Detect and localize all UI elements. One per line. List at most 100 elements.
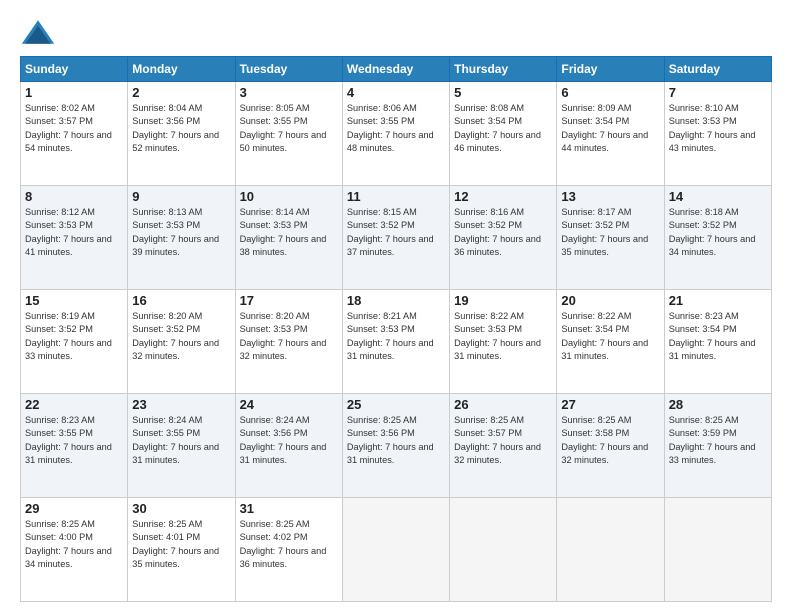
day-number: 22 [25,397,123,412]
day-number: 17 [240,293,338,308]
col-friday: Friday [557,57,664,82]
day-number: 24 [240,397,338,412]
day-info: Sunrise: 8:20 AM Sunset: 3:52 PM Dayligh… [132,310,230,363]
day-number: 23 [132,397,230,412]
day-info: Sunrise: 8:16 AM Sunset: 3:52 PM Dayligh… [454,206,552,259]
calendar-week-row: 29 Sunrise: 8:25 AM Sunset: 4:00 PM Dayl… [21,498,772,602]
col-wednesday: Wednesday [342,57,449,82]
table-row [557,498,664,602]
day-info: Sunrise: 8:20 AM Sunset: 3:53 PM Dayligh… [240,310,338,363]
day-number: 15 [25,293,123,308]
day-number: 21 [669,293,767,308]
page: Sunday Monday Tuesday Wednesday Thursday… [0,0,792,612]
day-number: 2 [132,85,230,100]
day-number: 25 [347,397,445,412]
table-row: 5 Sunrise: 8:08 AM Sunset: 3:54 PM Dayli… [450,82,557,186]
day-number: 30 [132,501,230,516]
logo [20,18,62,46]
table-row: 22 Sunrise: 8:23 AM Sunset: 3:55 PM Dayl… [21,394,128,498]
table-row: 13 Sunrise: 8:17 AM Sunset: 3:52 PM Dayl… [557,186,664,290]
table-row: 11 Sunrise: 8:15 AM Sunset: 3:52 PM Dayl… [342,186,449,290]
day-number: 9 [132,189,230,204]
day-info: Sunrise: 8:04 AM Sunset: 3:56 PM Dayligh… [132,102,230,155]
table-row: 27 Sunrise: 8:25 AM Sunset: 3:58 PM Dayl… [557,394,664,498]
day-info: Sunrise: 8:25 AM Sunset: 3:58 PM Dayligh… [561,414,659,467]
day-info: Sunrise: 8:24 AM Sunset: 3:55 PM Dayligh… [132,414,230,467]
table-row: 26 Sunrise: 8:25 AM Sunset: 3:57 PM Dayl… [450,394,557,498]
day-number: 11 [347,189,445,204]
col-saturday: Saturday [664,57,771,82]
table-row: 10 Sunrise: 8:14 AM Sunset: 3:53 PM Dayl… [235,186,342,290]
day-info: Sunrise: 8:06 AM Sunset: 3:55 PM Dayligh… [347,102,445,155]
table-row [664,498,771,602]
day-info: Sunrise: 8:23 AM Sunset: 3:54 PM Dayligh… [669,310,767,363]
day-info: Sunrise: 8:25 AM Sunset: 4:01 PM Dayligh… [132,518,230,571]
table-row: 3 Sunrise: 8:05 AM Sunset: 3:55 PM Dayli… [235,82,342,186]
day-info: Sunrise: 8:17 AM Sunset: 3:52 PM Dayligh… [561,206,659,259]
day-number: 10 [240,189,338,204]
table-row: 16 Sunrise: 8:20 AM Sunset: 3:52 PM Dayl… [128,290,235,394]
day-number: 8 [25,189,123,204]
col-tuesday: Tuesday [235,57,342,82]
day-number: 18 [347,293,445,308]
table-row: 29 Sunrise: 8:25 AM Sunset: 4:00 PM Dayl… [21,498,128,602]
day-info: Sunrise: 8:08 AM Sunset: 3:54 PM Dayligh… [454,102,552,155]
calendar-header-row: Sunday Monday Tuesday Wednesday Thursday… [21,57,772,82]
day-number: 4 [347,85,445,100]
table-row [450,498,557,602]
table-row: 21 Sunrise: 8:23 AM Sunset: 3:54 PM Dayl… [664,290,771,394]
day-info: Sunrise: 8:25 AM Sunset: 3:59 PM Dayligh… [669,414,767,467]
day-info: Sunrise: 8:25 AM Sunset: 3:57 PM Dayligh… [454,414,552,467]
logo-icon [20,18,56,46]
day-info: Sunrise: 8:19 AM Sunset: 3:52 PM Dayligh… [25,310,123,363]
table-row: 8 Sunrise: 8:12 AM Sunset: 3:53 PM Dayli… [21,186,128,290]
day-info: Sunrise: 8:22 AM Sunset: 3:53 PM Dayligh… [454,310,552,363]
day-info: Sunrise: 8:09 AM Sunset: 3:54 PM Dayligh… [561,102,659,155]
day-info: Sunrise: 8:15 AM Sunset: 3:52 PM Dayligh… [347,206,445,259]
table-row: 25 Sunrise: 8:25 AM Sunset: 3:56 PM Dayl… [342,394,449,498]
table-row: 24 Sunrise: 8:24 AM Sunset: 3:56 PM Dayl… [235,394,342,498]
day-number: 20 [561,293,659,308]
table-row: 1 Sunrise: 8:02 AM Sunset: 3:57 PM Dayli… [21,82,128,186]
day-number: 31 [240,501,338,516]
calendar-week-row: 15 Sunrise: 8:19 AM Sunset: 3:52 PM Dayl… [21,290,772,394]
col-sunday: Sunday [21,57,128,82]
table-row: 9 Sunrise: 8:13 AM Sunset: 3:53 PM Dayli… [128,186,235,290]
day-number: 29 [25,501,123,516]
table-row [342,498,449,602]
day-info: Sunrise: 8:21 AM Sunset: 3:53 PM Dayligh… [347,310,445,363]
day-info: Sunrise: 8:10 AM Sunset: 3:53 PM Dayligh… [669,102,767,155]
table-row: 30 Sunrise: 8:25 AM Sunset: 4:01 PM Dayl… [128,498,235,602]
day-number: 26 [454,397,552,412]
day-number: 7 [669,85,767,100]
day-number: 27 [561,397,659,412]
calendar-table: Sunday Monday Tuesday Wednesday Thursday… [20,56,772,602]
day-number: 14 [669,189,767,204]
day-number: 6 [561,85,659,100]
day-number: 28 [669,397,767,412]
table-row: 18 Sunrise: 8:21 AM Sunset: 3:53 PM Dayl… [342,290,449,394]
table-row: 14 Sunrise: 8:18 AM Sunset: 3:52 PM Dayl… [664,186,771,290]
table-row: 4 Sunrise: 8:06 AM Sunset: 3:55 PM Dayli… [342,82,449,186]
header [20,18,772,46]
day-number: 1 [25,85,123,100]
table-row: 17 Sunrise: 8:20 AM Sunset: 3:53 PM Dayl… [235,290,342,394]
table-row: 6 Sunrise: 8:09 AM Sunset: 3:54 PM Dayli… [557,82,664,186]
calendar-week-row: 1 Sunrise: 8:02 AM Sunset: 3:57 PM Dayli… [21,82,772,186]
day-info: Sunrise: 8:18 AM Sunset: 3:52 PM Dayligh… [669,206,767,259]
calendar-week-row: 8 Sunrise: 8:12 AM Sunset: 3:53 PM Dayli… [21,186,772,290]
table-row: 15 Sunrise: 8:19 AM Sunset: 3:52 PM Dayl… [21,290,128,394]
table-row: 2 Sunrise: 8:04 AM Sunset: 3:56 PM Dayli… [128,82,235,186]
day-number: 13 [561,189,659,204]
day-number: 16 [132,293,230,308]
table-row: 31 Sunrise: 8:25 AM Sunset: 4:02 PM Dayl… [235,498,342,602]
day-number: 5 [454,85,552,100]
col-monday: Monday [128,57,235,82]
day-number: 3 [240,85,338,100]
day-info: Sunrise: 8:24 AM Sunset: 3:56 PM Dayligh… [240,414,338,467]
day-number: 12 [454,189,552,204]
table-row: 23 Sunrise: 8:24 AM Sunset: 3:55 PM Dayl… [128,394,235,498]
col-thursday: Thursday [450,57,557,82]
table-row: 20 Sunrise: 8:22 AM Sunset: 3:54 PM Dayl… [557,290,664,394]
table-row: 19 Sunrise: 8:22 AM Sunset: 3:53 PM Dayl… [450,290,557,394]
